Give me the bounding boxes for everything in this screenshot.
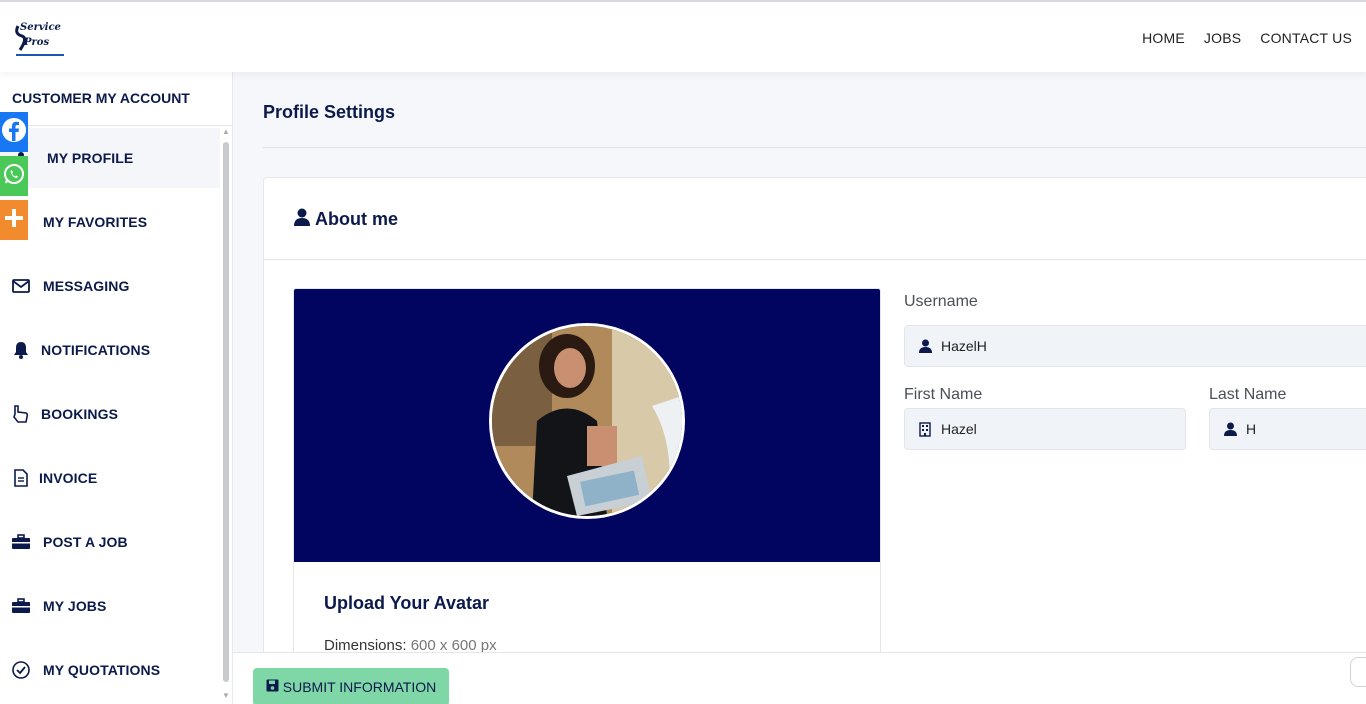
upload-avatar-title: Upload Your Avatar: [324, 593, 490, 613]
first-name-field[interactable]: Hazel: [904, 408, 1186, 450]
check-circle-icon: [11, 660, 31, 680]
scroll-thumb[interactable]: [223, 142, 229, 682]
sidebar-item-my-quotations[interactable]: MY QUOTATIONS: [0, 640, 220, 700]
sidebar-item-label: MY FAVORITES: [43, 214, 148, 230]
avatar-banner: [294, 289, 880, 562]
user-icon: [294, 208, 310, 231]
whatsapp-share-button[interactable]: [0, 156, 28, 196]
submit-label: SUBMIT INFORMATION: [282, 679, 437, 695]
bell-icon: [11, 340, 31, 360]
account-sidebar: CUSTOMER MY ACCOUNT MY PROFILE MY FAVORI…: [0, 72, 233, 704]
first-name-label: First Name: [904, 386, 983, 403]
sidebar-item-label: MY PROFILE: [47, 150, 134, 166]
whatsapp-icon: [3, 163, 25, 190]
sidebar-title: CUSTOMER MY ACCOUNT: [12, 90, 190, 106]
sidebar-item-messaging[interactable]: MESSAGING: [0, 256, 220, 316]
nav-jobs-link[interactable]: JOBS: [1204, 30, 1241, 46]
username-label: Username: [904, 293, 978, 310]
sidebar-scrollbar[interactable]: ▲ ▼: [221, 128, 231, 700]
main-nav: HOME JOBS CONTACT US: [1142, 30, 1352, 46]
title-divider: [263, 147, 1366, 148]
first-name-value: Hazel: [941, 421, 977, 437]
document-icon: [11, 468, 31, 488]
section-title-text: About me: [315, 209, 398, 229]
envelope-icon: [11, 276, 31, 296]
briefcase-icon: [11, 532, 31, 552]
hand-pointer-icon: [11, 404, 31, 424]
sidebar-item-notifications[interactable]: NOTIFICATIONS: [0, 320, 220, 380]
building-icon: [917, 421, 933, 437]
svg-text:Pros: Pros: [23, 37, 49, 48]
service-pros-logo[interactable]: Service Pros: [12, 16, 68, 60]
action-footer: SUBMIT INFORMATION: [233, 652, 1366, 704]
sidebar-item-label: POST A JOB: [43, 534, 128, 550]
sidebar-item-label: MY JOBS: [43, 598, 107, 614]
scroll-up-arrow-icon[interactable]: ▲: [222, 128, 230, 136]
top-header: Service Pros HOME JOBS CONTACT US: [0, 0, 1366, 72]
page-title: Profile Settings: [263, 102, 396, 122]
sidebar-item-label: MESSAGING: [43, 278, 130, 294]
sidebar-item-my-profile[interactable]: MY PROFILE: [0, 128, 220, 188]
chat-widget-tab[interactable]: [1350, 657, 1366, 687]
user-icon: [1222, 421, 1238, 437]
card-header: About me: [264, 178, 1366, 260]
nav-contact-link[interactable]: CONTACT US: [1260, 30, 1352, 46]
plus-icon: [4, 208, 24, 233]
avatar-image[interactable]: [489, 323, 685, 519]
svg-text:Service: Service: [20, 22, 61, 33]
sidebar-item-bookings[interactable]: BOOKINGS: [0, 384, 220, 444]
sidebar-item-label: NOTIFICATIONS: [41, 342, 151, 358]
sidebar-item-label: INVOICE: [39, 470, 98, 486]
last-name-value: H: [1246, 421, 1257, 437]
username-field[interactable]: HazelH: [904, 325, 1366, 367]
user-icon: [917, 338, 933, 354]
last-name-field[interactable]: H: [1209, 408, 1366, 450]
facebook-icon: [1, 117, 27, 148]
sidebar-item-label: BOOKINGS: [41, 406, 119, 422]
sidebar-divider: [0, 125, 233, 126]
about-me-card: About me Upload Your Avatar Dimensions: …: [263, 177, 1366, 658]
save-icon: [266, 679, 279, 695]
avatar-upload-box: Upload Your Avatar Dimensions: 600 x 600…: [293, 288, 881, 658]
last-name-label: Last Name: [1209, 386, 1287, 403]
section-title: About me: [294, 208, 398, 231]
submit-information-button[interactable]: SUBMIT INFORMATION: [253, 668, 449, 704]
briefcase-icon: [11, 596, 31, 616]
nav-home-link[interactable]: HOME: [1142, 30, 1185, 46]
facebook-share-button[interactable]: [0, 112, 28, 152]
scroll-down-arrow-icon[interactable]: ▼: [222, 692, 230, 700]
more-share-button[interactable]: [0, 200, 28, 240]
username-value: HazelH: [941, 338, 987, 354]
sidebar-item-invoice[interactable]: INVOICE: [0, 448, 220, 508]
sidebar-item-post-a-job[interactable]: POST A JOB: [0, 512, 220, 572]
sidebar-item-my-jobs[interactable]: MY JOBS: [0, 576, 220, 636]
sidebar-item-my-favorites[interactable]: MY FAVORITES: [0, 192, 220, 252]
sidebar-item-label: MY QUOTATIONS: [43, 662, 161, 678]
